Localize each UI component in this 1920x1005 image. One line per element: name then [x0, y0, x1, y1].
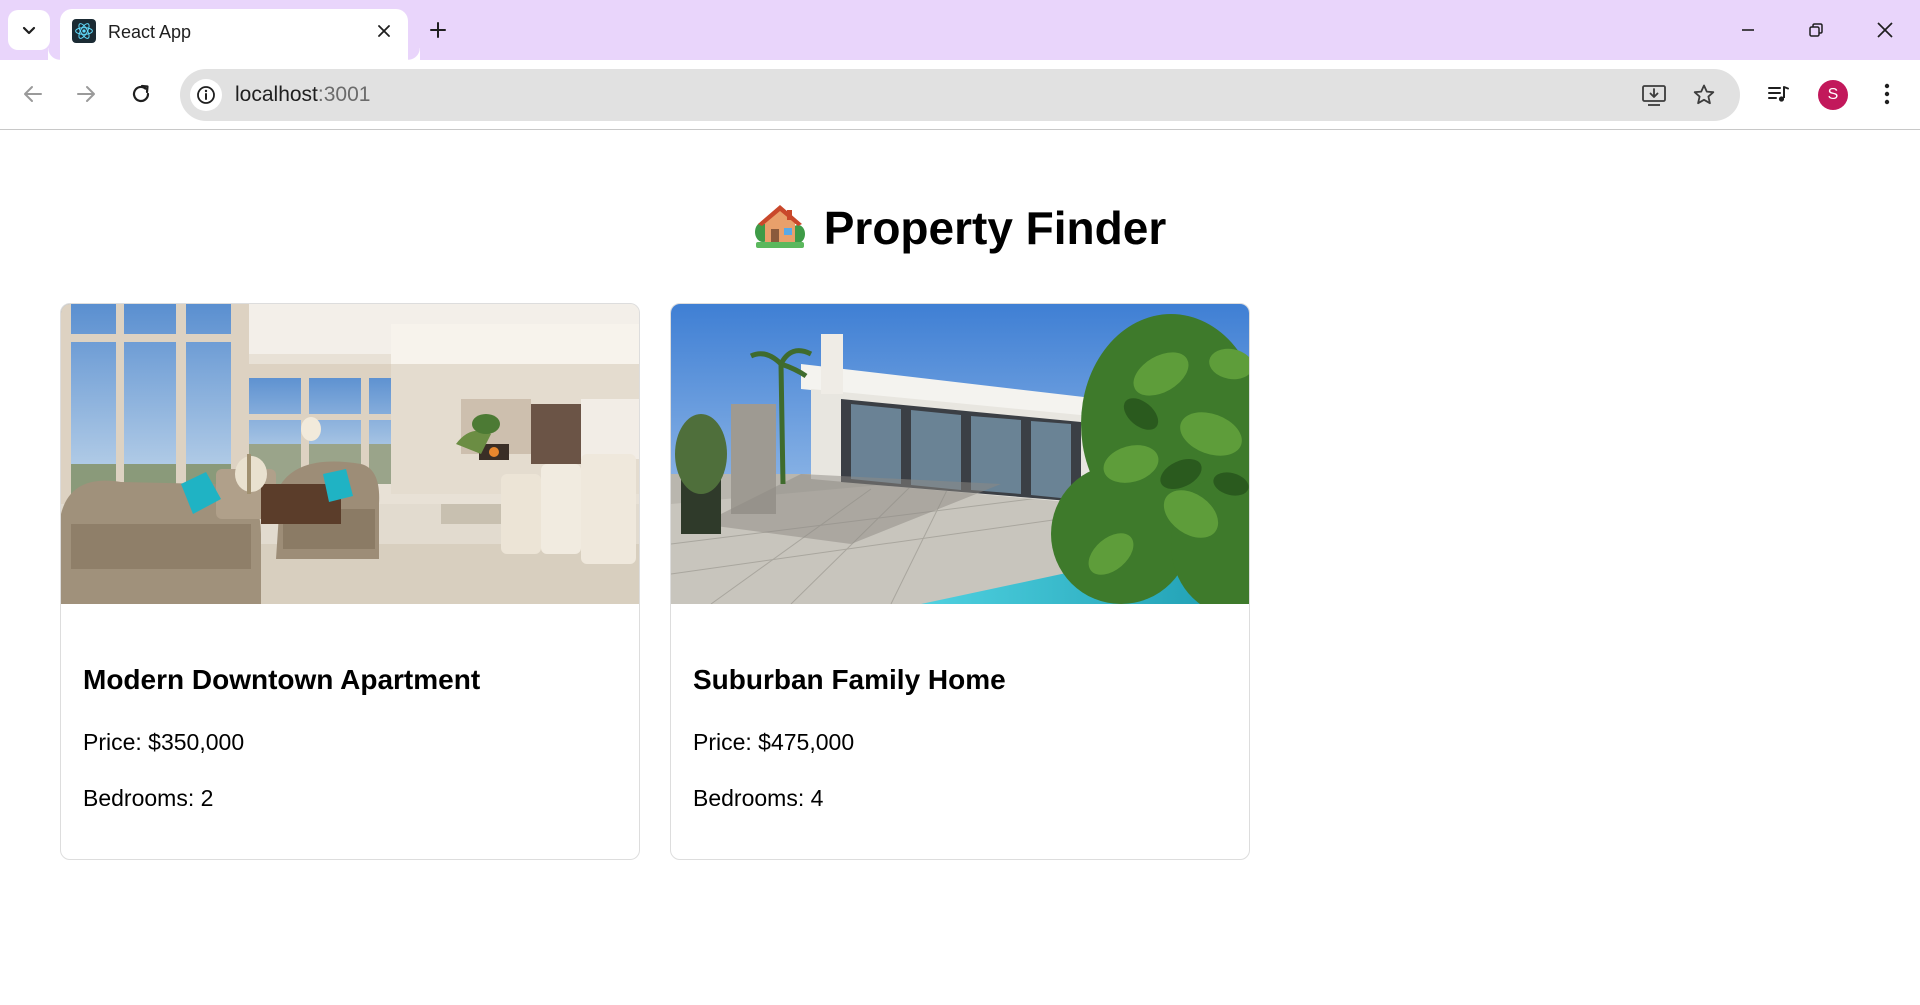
property-name: Suburban Family Home: [693, 664, 1006, 695]
media-controls-button[interactable]: [1758, 74, 1798, 114]
profile-initial: S: [1827, 86, 1839, 103]
reload-icon: [132, 84, 150, 103]
tab-react-app[interactable]: React App: [60, 9, 420, 60]
minimize-button[interactable]: [1726, 8, 1770, 52]
browser-menu-button[interactable]: [1867, 74, 1907, 114]
property-card[interactable]: Suburban Family Home Price: $475,000 Bed…: [670, 303, 1250, 860]
install-icon: [1642, 85, 1666, 106]
url-port: :3001: [317, 83, 371, 106]
house-icon: [754, 202, 806, 261]
property-card[interactable]: Modern Downtown Apartment Price: $350,00…: [60, 303, 640, 860]
queue-music-icon: [1768, 86, 1789, 102]
forward-button[interactable]: [66, 74, 106, 114]
bookmark-button[interactable]: [1690, 81, 1718, 109]
close-icon: [1877, 22, 1893, 38]
page-title-text: Property Finder: [823, 202, 1167, 254]
url-host: localhost: [235, 83, 318, 106]
restore-button[interactable]: [1794, 8, 1838, 52]
profile-avatar[interactable]: S: [1818, 80, 1848, 110]
property-price: Price: $475,000: [693, 729, 855, 755]
restore-icon: [1809, 23, 1823, 37]
property-image-modern-house: [671, 304, 1249, 604]
arrow-left-icon: [24, 86, 42, 102]
browser-toolbar: localhost:3001 S: [0, 60, 1920, 130]
property-bedrooms: Bedrooms: 4: [693, 785, 824, 811]
arrow-right-icon: [77, 86, 95, 102]
property-name: Modern Downtown Apartment: [83, 664, 481, 695]
tab-title: React App: [108, 22, 192, 42]
property-image-living-room: [61, 304, 639, 604]
page-content: Property Finder Modern Downtown Apartmen…: [0, 131, 1920, 1005]
property-price: Price: $350,000: [83, 729, 245, 755]
more-vertical-icon: [1884, 83, 1890, 105]
close-window-button[interactable]: [1863, 8, 1907, 52]
site-info-button[interactable]: [190, 79, 222, 111]
back-button[interactable]: [13, 74, 53, 114]
tab-search-button[interactable]: [8, 10, 50, 50]
property-bedrooms: Bedrooms: 2: [83, 785, 214, 811]
chevron-down-icon: [22, 26, 36, 35]
react-logo-icon: [72, 19, 96, 43]
star-icon: [1693, 84, 1715, 105]
page-title: Property Finder: [0, 201, 1920, 261]
close-icon: [378, 25, 390, 37]
new-tab-button[interactable]: [422, 12, 454, 48]
install-app-button[interactable]: [1640, 81, 1668, 109]
reload-button[interactable]: [121, 74, 161, 114]
tab-strip: React App: [0, 0, 1920, 60]
url-text[interactable]: localhost:3001: [235, 83, 370, 107]
plus-icon: [430, 22, 446, 38]
info-icon: [197, 86, 215, 104]
tab-close-button[interactable]: [372, 19, 396, 43]
minimize-icon: [1742, 29, 1754, 31]
address-bar[interactable]: localhost:3001: [180, 69, 1740, 121]
